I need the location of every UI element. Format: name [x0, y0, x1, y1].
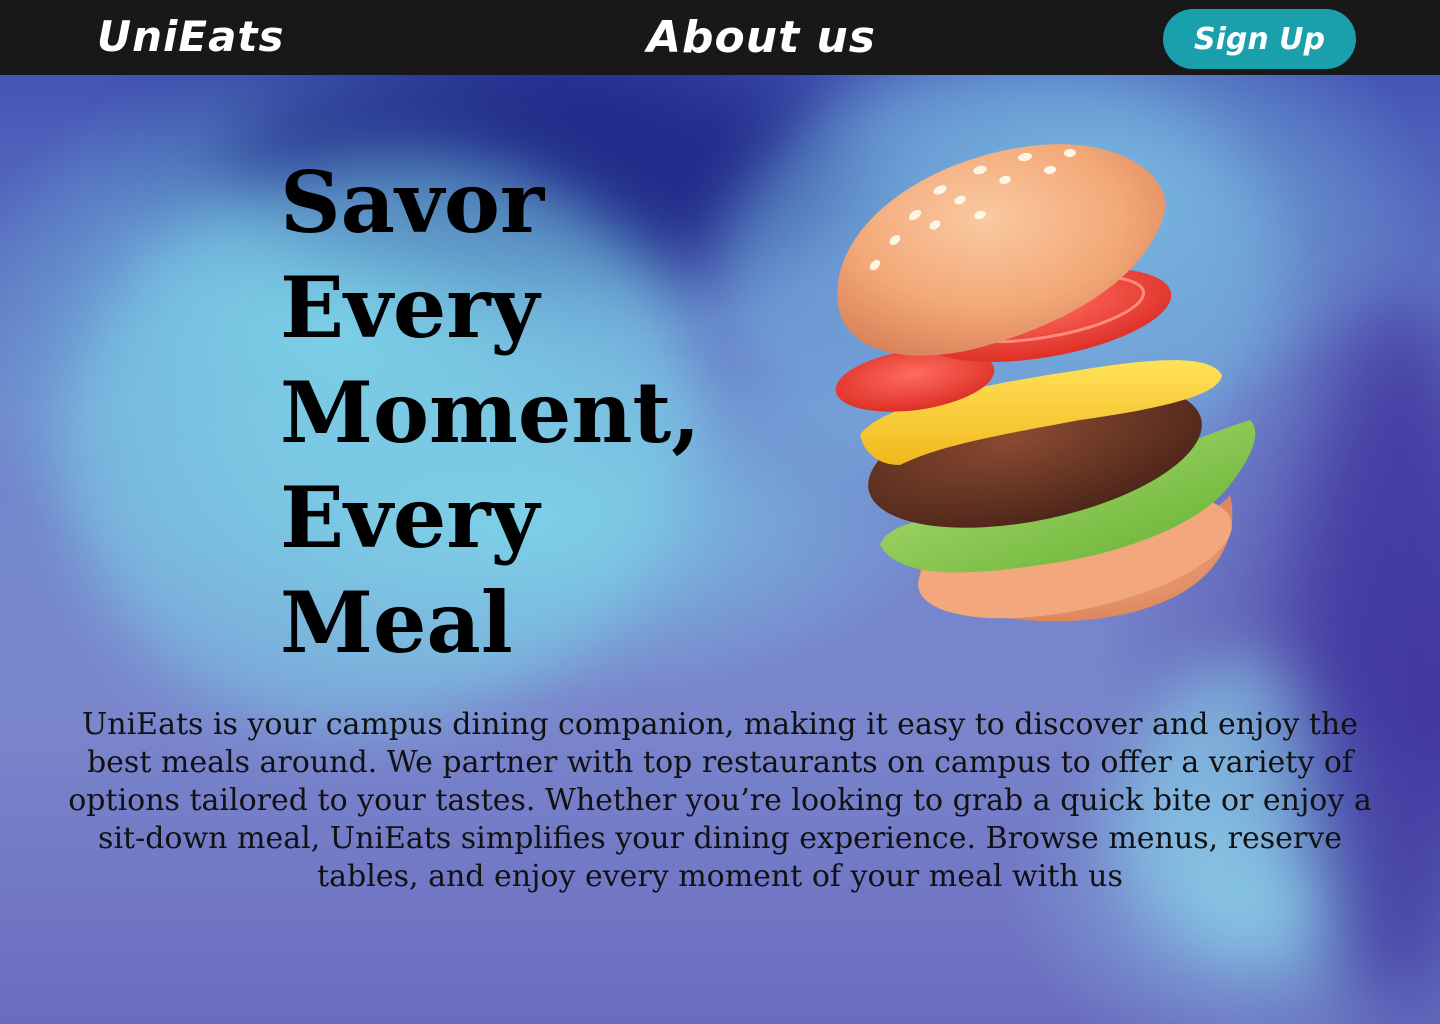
hero-title: Savor Every Moment, Every Meal — [280, 150, 760, 675]
about-description: UniEats is your campus dining companion,… — [68, 707, 1372, 894]
hero-title-line: Savor — [280, 153, 545, 252]
nav-about-us-link[interactable]: About us — [647, 12, 876, 63]
sign-up-button[interactable]: Sign Up — [1163, 9, 1356, 69]
hero-title-line: Meal — [280, 573, 513, 672]
top-nav-bar: UniEats About us Sign Up — [0, 0, 1440, 75]
logo[interactable]: UniEats — [97, 12, 285, 61]
burger-illustration — [835, 144, 1256, 622]
hero-title-line: Every — [280, 258, 540, 357]
hero-title-line: Every — [280, 468, 540, 567]
hero-title-line: Moment, — [280, 363, 701, 462]
